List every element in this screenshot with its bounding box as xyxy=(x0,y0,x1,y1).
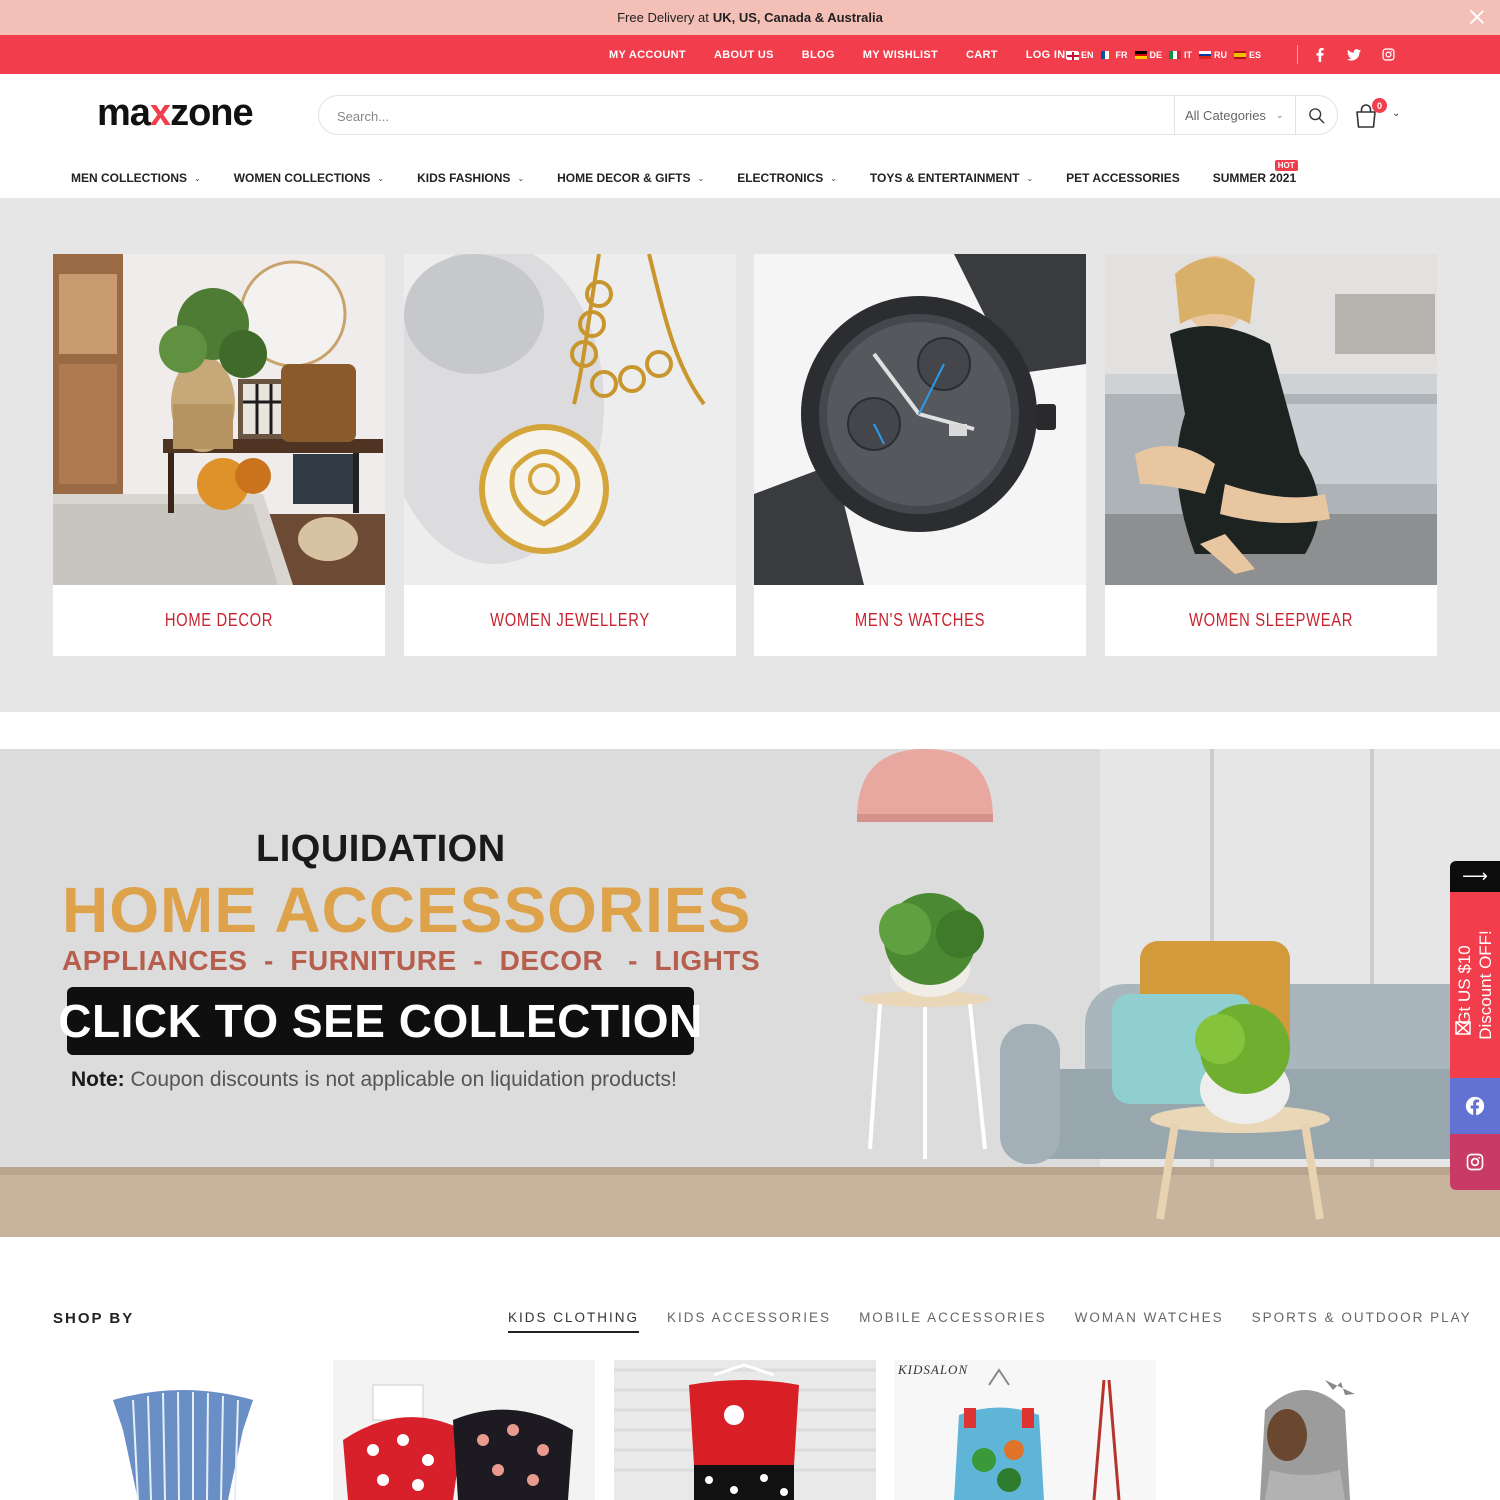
product-card[interactable] xyxy=(614,1360,876,1500)
tab-mobile-accessories[interactable]: MOBILE ACCESSORIES xyxy=(859,1310,1047,1333)
instagram-share-button[interactable] xyxy=(1450,1134,1500,1190)
cart-link[interactable]: CART xyxy=(966,49,998,61)
promo-text: Free Delivery at xyxy=(617,10,709,25)
lang-de[interactable]: DE xyxy=(1134,50,1162,60)
lang-fr[interactable]: FR xyxy=(1100,50,1128,60)
promo-bar: Free Delivery at UK, US, Canada & Austra… xyxy=(0,0,1500,35)
tab-sports-outdoor-play[interactable]: SPORTS & OUTDOOR PLAY xyxy=(1252,1310,1472,1333)
product-card[interactable] xyxy=(1175,1360,1437,1500)
close-icon[interactable] xyxy=(1468,8,1486,26)
search-icon xyxy=(1309,107,1325,123)
nav-men-collections[interactable]: MEN COLLECTIONS ⌄ xyxy=(71,171,201,185)
category-select[interactable]: All Categories ⌄ xyxy=(1174,96,1294,134)
my-account-link[interactable]: MY ACCOUNT xyxy=(609,49,686,61)
tab-kids-clothing[interactable]: KIDS CLOTHING xyxy=(508,1310,640,1333)
chevron-down-icon[interactable]: ⌄ xyxy=(1392,108,1400,119)
women-sleepwear-image xyxy=(1105,254,1437,585)
nav-kids-fashions[interactable]: KIDS FASHIONS ⌄ xyxy=(417,171,524,185)
lang-es[interactable]: ES xyxy=(1234,50,1261,60)
flag-de-icon xyxy=(1134,50,1147,59)
chevron-down-icon: ⌄ xyxy=(1275,109,1284,120)
twitter-icon[interactable] xyxy=(1346,47,1362,63)
product-image xyxy=(53,1360,315,1500)
tab-kids-accessories[interactable]: KIDS ACCESSORIES xyxy=(667,1310,831,1333)
product-image xyxy=(614,1360,876,1500)
product-image xyxy=(1175,1360,1437,1500)
category-label: WOMEN JEWELLERY xyxy=(490,610,650,630)
chevron-down-icon: ⌄ xyxy=(1026,173,1034,183)
lang-it[interactable]: IT xyxy=(1169,50,1192,60)
blog-link[interactable]: BLOG xyxy=(802,49,835,61)
shop-by-heading: SHOP BY xyxy=(53,1310,135,1327)
category-card-home-decor[interactable]: HOME DECOR xyxy=(53,254,385,656)
search-input[interactable] xyxy=(337,105,1157,127)
product-card[interactable] xyxy=(53,1360,315,1500)
cart-button[interactable]: 0 ⌄ xyxy=(1352,98,1404,130)
my-wishlist-link[interactable]: MY WISHLIST xyxy=(863,49,938,61)
discount-coupon-tab[interactable]: Gt US $10 Discount OFF! xyxy=(1450,892,1500,1078)
instagram-icon xyxy=(1466,1153,1484,1171)
product-card[interactable]: KIDSALON xyxy=(894,1360,1156,1500)
log-in-link[interactable]: LOG IN xyxy=(1026,49,1066,61)
site-logo[interactable]: maxzone xyxy=(97,92,254,135)
instagram-icon[interactable] xyxy=(1380,47,1396,63)
chevron-down-icon: ⌄ xyxy=(517,173,525,183)
hot-badge: HOT xyxy=(1274,160,1298,171)
account-links: MY ACCOUNT ABOUT US BLOG MY WISHLIST CAR… xyxy=(609,35,1065,74)
shop-by-tabs: KIDS CLOTHING KIDS ACCESSORIES MOBILE AC… xyxy=(508,1310,1472,1333)
lang-ru[interactable]: RU xyxy=(1199,50,1227,60)
category-card-women-sleepwear[interactable]: WOMEN SLEEPWEAR xyxy=(1105,254,1437,656)
flag-fr-icon xyxy=(1100,50,1113,59)
chevron-down-icon: ⌄ xyxy=(377,173,385,183)
women-jewellery-image xyxy=(404,254,736,585)
facebook-icon xyxy=(1465,1096,1485,1116)
nav-summer-2021[interactable]: SUMMER 2021 HOT xyxy=(1213,160,1298,185)
flag-ru-icon xyxy=(1199,50,1212,59)
product-card[interactable] xyxy=(333,1360,595,1500)
nav-home-decor-gifts[interactable]: HOME DECOR & GIFTS ⌄ xyxy=(557,171,704,185)
category-card-mens-watches[interactable]: MEN'S WATCHES xyxy=(754,254,1086,656)
language-switcher: EN FR DE IT RU ES xyxy=(1066,35,1261,74)
search-bar: All Categories ⌄ xyxy=(318,95,1338,135)
coupon-icon xyxy=(1455,1021,1471,1035)
product-brand-text: KIDSALON xyxy=(898,1362,969,1377)
banner-note: Note: Coupon discounts is not applicable… xyxy=(71,1068,677,1091)
category-card-women-jewellery[interactable]: WOMEN JEWELLERY xyxy=(404,254,736,656)
lang-en[interactable]: EN xyxy=(1066,50,1094,60)
cart-count-badge: 0 xyxy=(1372,98,1387,113)
top-nav-bar: MY ACCOUNT ABOUT US BLOG MY WISHLIST CAR… xyxy=(0,35,1500,74)
chevron-down-icon: ⌄ xyxy=(697,173,705,183)
nav-electronics[interactable]: ELECTRONICS ⌄ xyxy=(737,171,837,185)
category-label: HOME DECOR xyxy=(164,610,274,630)
nav-toys-entertainment[interactable]: TOYS & ENTERTAINMENT ⌄ xyxy=(870,171,1033,185)
category-label: WOMEN SLEEPWEAR xyxy=(1188,610,1354,630)
about-us-link[interactable]: ABOUT US xyxy=(714,49,774,61)
facebook-share-button[interactable] xyxy=(1450,1078,1500,1134)
flag-en-icon xyxy=(1066,50,1079,60)
flag-it-icon xyxy=(1169,50,1182,59)
banner-title: LIQUIDATION xyxy=(256,828,506,870)
banner-headline: HOME ACCESSORIES xyxy=(62,874,752,946)
product-image xyxy=(333,1360,595,1500)
coupon-line-2: Discount OFF! xyxy=(1476,930,1495,1040)
see-collection-button[interactable]: CLICK TO SEE COLLECTION xyxy=(58,987,702,1055)
arrow-right-icon[interactable]: ⟶ xyxy=(1450,861,1500,892)
nav-women-collections[interactable]: WOMEN COLLECTIONS ⌄ xyxy=(234,171,384,185)
search-button[interactable] xyxy=(1295,96,1337,134)
product-image xyxy=(954,1368,1121,1500)
main-nav: MEN COLLECTIONS ⌄ WOMEN COLLECTIONS ⌄ KIDS… xyxy=(71,160,1298,191)
home-decor-image xyxy=(53,254,385,585)
chevron-down-icon: ⌄ xyxy=(830,173,837,183)
nav-pet-accessories[interactable]: PET ACCESSORIES xyxy=(1066,171,1180,185)
divider xyxy=(1297,45,1298,64)
chevron-down-icon: ⌄ xyxy=(194,173,201,183)
flag-es-icon xyxy=(1234,50,1247,59)
facebook-icon[interactable] xyxy=(1312,47,1328,63)
banner-subline: APPLIANCES - FURNITURE - DECOR - LIGHTS xyxy=(62,945,761,976)
social-links xyxy=(1312,35,1396,74)
mens-watches-image xyxy=(754,254,1086,585)
tab-woman-watches[interactable]: WOMAN WATCHES xyxy=(1075,1310,1224,1333)
category-label: MEN'S WATCHES xyxy=(854,610,986,630)
promo-regions: UK, US, Canada & Australia xyxy=(712,10,883,25)
